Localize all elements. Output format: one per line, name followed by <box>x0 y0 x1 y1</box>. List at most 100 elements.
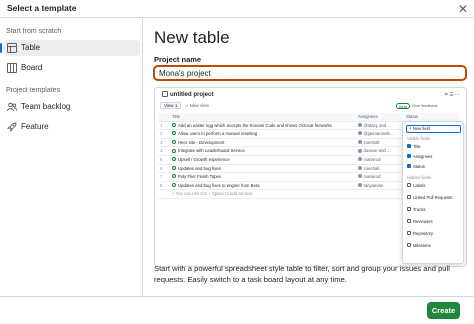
row-assignee-text: @jasmannelb... <box>363 131 394 137</box>
field-assignees: Assignees <box>407 153 462 161</box>
field-label: Labels <box>413 183 426 188</box>
board-icon <box>7 63 17 73</box>
field-label: Title <box>413 144 421 149</box>
field-label: Milestone <box>413 243 431 248</box>
row-number: 8 <box>160 182 163 188</box>
row-title: Integrate with Leaderboard Service <box>172 147 357 155</box>
hidden-fields-heading: Hidden fields <box>407 175 432 180</box>
preview-view-tabs: View 1 + New view <box>160 102 209 110</box>
row-title: Allow users to perform a manual resettin… <box>172 130 357 138</box>
avatar <box>358 174 362 179</box>
sidebar-item-label: Table <box>21 43 41 52</box>
feedback-link: Give feedback <box>412 103 438 108</box>
project-icon <box>162 91 168 97</box>
row-title: Updates and bug fixes <box>172 165 357 173</box>
row-title: Poly Flier Finish Tapes <box>172 173 357 181</box>
row-number: 3 <box>160 139 163 145</box>
row-title-text: Hero site - Development <box>178 139 225 145</box>
repo-icon <box>407 231 411 236</box>
sidebar-item-board[interactable]: Board <box>3 60 140 76</box>
row-assignee-text: @stacy and ... <box>363 122 392 128</box>
column-title: Title <box>172 114 180 119</box>
field-title: Title <box>407 143 462 151</box>
tag-icon <box>407 183 411 188</box>
preview-project-title: untitled project <box>162 91 213 98</box>
row-assignee: zoeshafi <box>358 165 403 173</box>
templates-heading: Project templates <box>6 87 61 94</box>
people-icon <box>407 219 411 224</box>
row-title-text: Poly Flier Finish Tapes <box>178 174 222 180</box>
filter-icon: ☰ <box>449 92 454 98</box>
row-title: Hero site - Development <box>172 139 357 147</box>
row-assignee: mariorod <box>358 173 403 181</box>
preview-title-text: untitled project <box>170 92 214 98</box>
beta-badge: Beta <box>396 103 411 109</box>
row-assignee: @jasmannelb... <box>358 130 403 138</box>
row-title: Add an easter egg which accepts the Kona… <box>172 122 357 130</box>
close-icon: ✕ <box>457 2 469 16</box>
row-assignee-text: dusave and ... <box>363 148 391 154</box>
row-title: Updates and bug fixes to engine from Bet… <box>172 182 357 190</box>
row-title-text: Upsell / Growth experience <box>178 156 230 162</box>
row-assignee-text: zoeshafi <box>363 165 380 171</box>
issue-open-icon <box>172 140 176 145</box>
field-label: Status <box>413 164 425 169</box>
dialog-footer: Create <box>0 296 474 324</box>
people-icon <box>7 102 17 112</box>
scratch-heading: Start from scratch <box>6 28 62 35</box>
checkbox-icon <box>407 154 411 159</box>
template-preview: untitled project ⌗ ☰ ⋯ View 1 + New view… <box>154 87 467 267</box>
more-icon: ⋯ <box>455 92 460 98</box>
template-details: New table Project name untitled project … <box>144 19 474 296</box>
template-sidebar: Start from scratch Table Board Project t… <box>0 19 143 296</box>
row-number: 2 <box>160 131 163 137</box>
create-button[interactable]: Create <box>427 302 460 319</box>
preview-toolbar: ⌗ ☰ ⋯ <box>445 92 460 98</box>
dialog-title: Select a template <box>7 3 77 13</box>
row-assignee-text: zoeshafi <box>363 139 380 145</box>
field-linked-prs: Linked Pull Requests <box>407 194 462 202</box>
row-assignee: zoeshafi <box>358 139 403 147</box>
sidebar-item-label: Team backlog <box>21 102 71 111</box>
milestone-icon <box>407 243 411 248</box>
field-reviewers: Reviewers <box>407 218 462 226</box>
sidebar-item-team-backlog[interactable]: Team backlog <box>3 99 140 115</box>
issue-open-icon <box>172 183 176 188</box>
new-field-input: + New field <box>406 125 461 133</box>
field-tracks: Tracks <box>407 206 462 214</box>
avatar <box>358 122 362 127</box>
page-title: New table <box>154 28 230 47</box>
template-description: Start with a powerful spreadsheet style … <box>154 264 450 284</box>
row-number: 1 <box>160 122 163 128</box>
sidebar-item-label: Board <box>21 63 43 72</box>
pull-request-icon <box>407 195 411 200</box>
rocket-icon <box>7 122 17 132</box>
sidebar-item-feature[interactable]: Feature <box>3 119 140 135</box>
row-assignee: dusave and ... <box>358 147 403 155</box>
field-repository: Repository <box>407 230 462 238</box>
fields-menu: + New field Visible fields Title Assigne… <box>402 121 464 264</box>
row-number: 6 <box>160 165 163 171</box>
field-label: Linked Pull Requests <box>413 195 453 200</box>
close-button[interactable]: ✕ <box>456 2 470 16</box>
issue-open-icon <box>172 122 176 127</box>
issue-open-icon <box>172 174 176 179</box>
avatar <box>358 165 362 170</box>
avatar <box>358 131 362 136</box>
table-icon <box>7 43 17 53</box>
row-assignee-text: mariorod <box>363 156 381 162</box>
field-label: Repository <box>413 231 434 236</box>
sidebar-item-table[interactable]: Table <box>0 40 140 56</box>
chart-icon: ⌗ <box>444 92 448 98</box>
field-label: Reviewers <box>413 219 433 224</box>
row-title-text: Updates and bug fixes <box>178 165 221 171</box>
field-milestone: Milestone <box>407 242 462 250</box>
visible-fields-heading: Visible fields <box>407 136 431 141</box>
issue-open-icon <box>172 157 176 162</box>
issue-open-icon <box>172 131 176 136</box>
row-assignee: @stacy and ... <box>358 122 403 130</box>
row-assignee-text: tanyaevan <box>363 182 384 188</box>
project-name-input[interactable] <box>153 65 467 81</box>
checkbox-icon <box>407 164 411 169</box>
dialog-header: Select a template ✕ <box>0 0 474 18</box>
